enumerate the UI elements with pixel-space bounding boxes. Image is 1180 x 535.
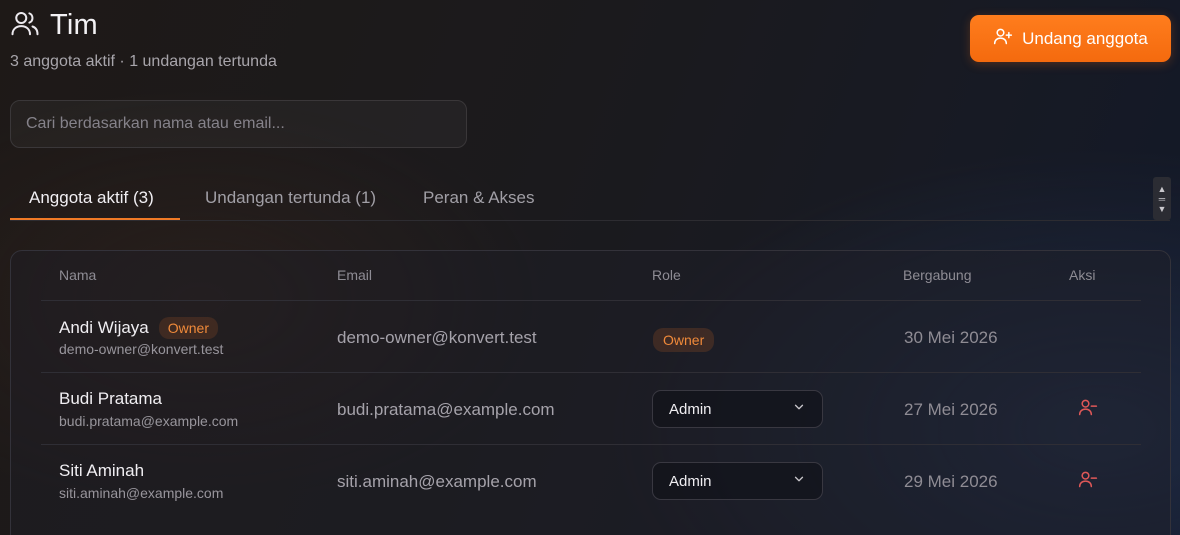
member-sub-email: demo-owner@konvert.test [59,341,224,357]
role-badge: Owner [653,328,715,352]
chevron-down-icon [792,400,806,418]
tab-bar: Anggota aktif (3) Undangan tertunda (1) … [10,175,1170,221]
search-input[interactable] [10,100,467,148]
user-plus-icon [993,26,1013,51]
member-email: siti.aminah@example.com [337,472,537,491]
member-name: Budi Pratama [59,389,162,408]
member-joined-date: 30 Mei 2026 [904,328,998,347]
role-select-value: Admin [669,472,712,490]
member-sub-email: budi.pratama@example.com [59,413,239,429]
member-name: Siti Aminah [59,461,145,480]
role-select[interactable]: Admin [652,462,823,500]
column-header-role: Role [652,267,681,283]
scroll-down-icon[interactable]: ▼ [1158,204,1167,214]
table-header: Nama Email Role Bergabung Aksi [41,251,1141,301]
member-name: Andi Wijaya [59,318,149,337]
member-joined-date: 29 Mei 2026 [904,472,998,491]
member-email: budi.pratama@example.com [337,400,555,419]
table-row: Budi Pratama budi.pratama@example.com bu… [41,373,1141,445]
invite-member-button[interactable]: Undang anggota [970,15,1171,62]
member-sub-email: siti.aminah@example.com [59,485,224,501]
remove-member-button[interactable] [1077,398,1099,420]
column-header-joined: Bergabung [903,267,972,283]
page-subtitle: 3 anggota aktif · 1 undangan tertunda [10,53,277,70]
table-row: Siti Aminah siti.aminah@example.com siti… [41,445,1141,517]
tab-active-members[interactable]: Anggota aktif (3) [29,175,154,221]
member-joined-date: 27 Mei 2026 [904,400,998,419]
page-header: Tim 3 anggota aktif · 1 undangan tertund… [10,8,277,71]
member-email: demo-owner@konvert.test [337,328,537,347]
tab-scroll-control[interactable]: ▲ ═ ▼ [1153,177,1171,220]
user-minus-icon [1078,397,1098,422]
table-row: Andi Wijaya Owner demo-owner@konvert.tes… [41,301,1141,373]
users-icon [10,8,40,43]
chevron-down-icon [792,472,806,490]
column-header-name: Nama [59,267,97,283]
tab-pending-invites[interactable]: Undangan tertunda (1) [205,175,376,221]
members-table: Nama Email Role Bergabung Aksi Andi Wija… [10,250,1171,535]
active-tab-indicator [10,218,180,220]
invite-member-label: Undang anggota [1022,28,1148,48]
scroll-middle-icon: ═ [1158,193,1166,204]
user-minus-icon [1078,469,1098,494]
role-select-value: Admin [669,400,712,418]
tab-roles-access[interactable]: Peran & Akses [423,175,535,221]
column-header-email: Email [337,267,373,283]
owner-badge: Owner [158,317,218,339]
role-select[interactable]: Admin [652,390,823,428]
page-title: Tim [50,9,98,41]
scroll-up-icon[interactable]: ▲ [1158,184,1167,194]
remove-member-button[interactable] [1077,470,1099,492]
column-header-actions: Aksi [1069,267,1096,283]
